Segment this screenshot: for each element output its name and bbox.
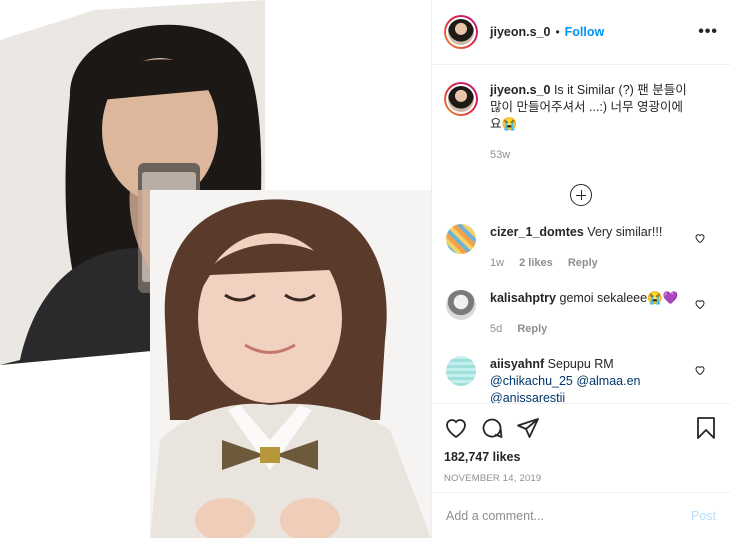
post-date[interactable]: NOVEMBER 14, 2019	[444, 473, 718, 484]
like-comment-heart-icon[interactable]	[694, 232, 706, 244]
comment-meta: 1w 2 likes Reply	[490, 255, 695, 272]
comment-likes[interactable]: 2 likes	[519, 257, 553, 269]
post-comment-button[interactable]: Post	[691, 509, 716, 523]
separator-dot: •	[555, 25, 560, 39]
post-header: jiyeon.s_0 • Follow •••	[432, 0, 730, 65]
comment-body: cizer_1_domtes Very similar!!! 1w 2 like…	[490, 224, 695, 272]
bookmark-icon[interactable]	[694, 416, 718, 440]
reply-button[interactable]: Reply	[568, 257, 598, 269]
comment-text: Very similar!!!	[587, 225, 663, 239]
caption-text-block: jiyeon.s_0 Is it Similar (?) 팬 분들이 많이 만들…	[490, 82, 690, 164]
comment-text: Sepupu RM	[547, 357, 614, 371]
comment-username[interactable]: kalisahptry	[490, 291, 556, 305]
reply-button[interactable]: Reply	[517, 323, 547, 335]
comment-username[interactable]: aiisyahnf	[490, 357, 544, 371]
comment-item: aiisyahnf Sepupu RM @chikachu_25 @almaa.…	[444, 356, 718, 403]
load-more-comments-plus-circle-icon[interactable]	[570, 184, 592, 206]
share-icon[interactable]	[516, 416, 540, 440]
comments-list[interactable]: jiyeon.s_0 Is it Similar (?) 팬 분들이 많이 만들…	[432, 66, 730, 403]
mention-link[interactable]: @chikachu_25	[490, 374, 573, 388]
comment-username[interactable]: cizer_1_domtes	[490, 225, 584, 239]
like-comment-heart-icon[interactable]	[694, 364, 706, 376]
comment-meta: 5d Reply	[490, 321, 695, 338]
heart-icon[interactable]	[444, 416, 468, 440]
caption: jiyeon.s_0 Is it Similar (?) 팬 분들이 많이 만들…	[444, 82, 718, 164]
comment-item: cizer_1_domtes Very similar!!! 1w 2 like…	[444, 224, 718, 272]
author-username[interactable]: jiyeon.s_0	[490, 25, 550, 39]
post-image[interactable]	[0, 0, 431, 538]
comment-icon[interactable]	[480, 416, 504, 440]
mention-link[interactable]: @almaa.en	[576, 374, 640, 388]
post-actions: 182,747 likes NOVEMBER 14, 2019	[432, 403, 730, 484]
caption-time[interactable]: 53w	[490, 147, 690, 164]
author-avatar[interactable]	[444, 15, 478, 49]
caption-avatar[interactable]	[444, 82, 478, 116]
mention-link[interactable]: @anissarestii	[490, 391, 565, 403]
commenter-avatar[interactable]	[446, 290, 476, 320]
caption-username[interactable]: jiyeon.s_0	[490, 83, 550, 97]
post-panel: jiyeon.s_0 • Follow ••• jiyeon.s_0 Is it…	[431, 0, 730, 538]
comment-time[interactable]: 5d	[490, 323, 502, 335]
photo-collage	[0, 0, 431, 538]
comment-input[interactable]: Add a comment...	[446, 509, 544, 523]
comment-body: kalisahptry gemoi sekaleee😭💜 5d Reply	[490, 290, 695, 338]
follow-button[interactable]: Follow	[565, 25, 605, 39]
comment-body: aiisyahnf Sepupu RM @chikachu_25 @almaa.…	[490, 356, 695, 403]
add-comment-bar: Add a comment... Post	[432, 492, 730, 538]
comment-item: kalisahptry gemoi sekaleee😭💜 5d Reply	[444, 290, 718, 338]
commenter-avatar[interactable]	[446, 356, 476, 386]
comment-time[interactable]: 1w	[490, 257, 504, 269]
like-comment-heart-icon[interactable]	[694, 298, 706, 310]
commenter-avatar[interactable]	[446, 224, 476, 254]
action-icons	[444, 414, 718, 442]
comment-text: gemoi sekaleee😭💜	[559, 291, 679, 305]
likes-count[interactable]: 182,747 likes	[444, 450, 718, 464]
more-options-icon[interactable]: •••	[698, 23, 718, 41]
